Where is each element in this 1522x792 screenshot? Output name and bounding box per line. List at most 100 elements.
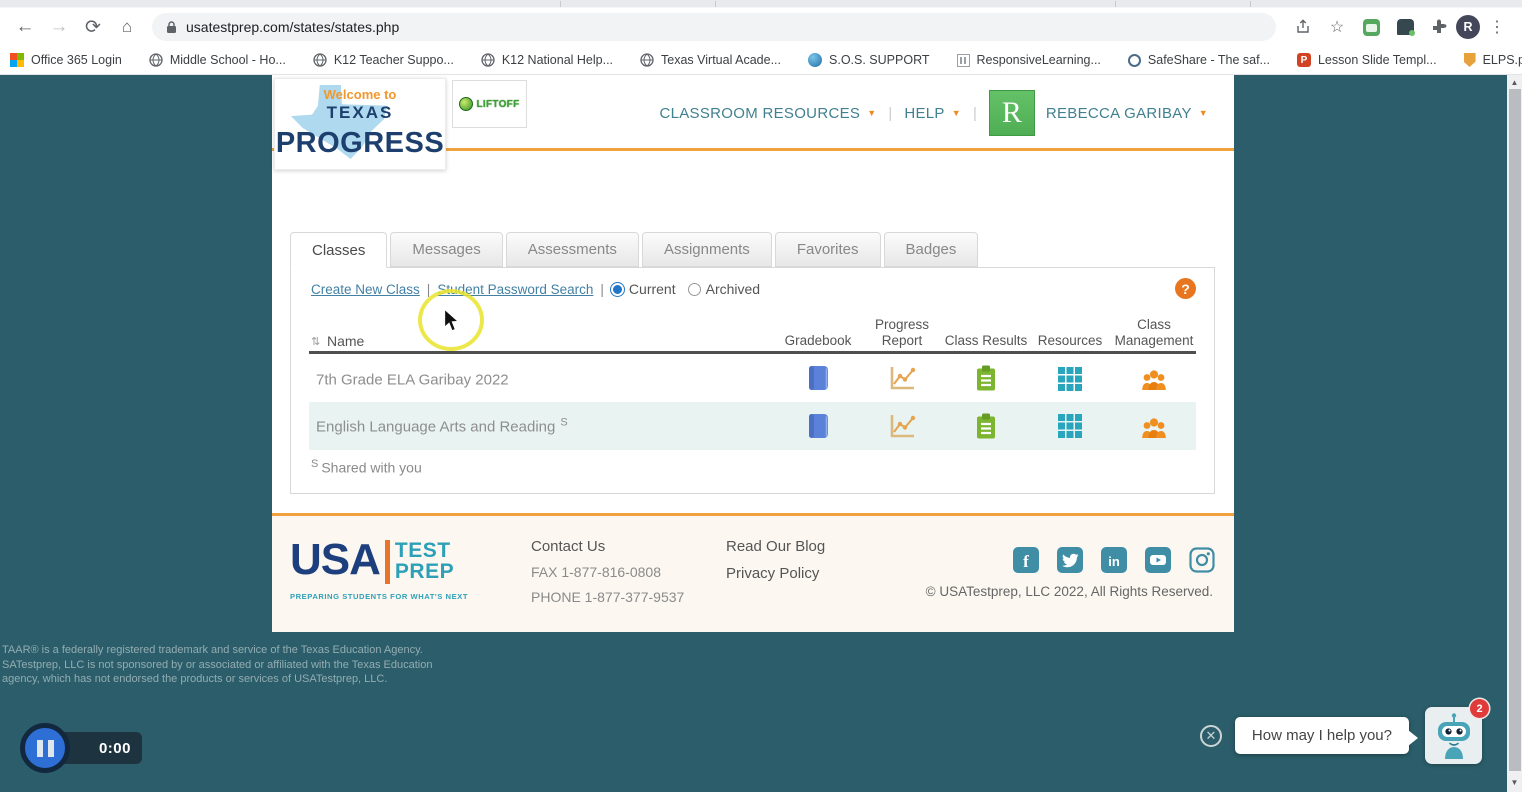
bookmark-texas-virtual[interactable]: Texas Virtual Acade...: [640, 53, 781, 67]
bookmark-elps-pdf[interactable]: ELPS.pdf: [1463, 53, 1522, 67]
tab-assessments[interactable]: Assessments: [505, 232, 639, 267]
bookmark-star-icon[interactable]: ☆: [1324, 14, 1350, 40]
site-header: Welcome to TEXAS PROGRESS LIFTOFF CLASSR…: [272, 75, 1234, 170]
extension-screencast-icon[interactable]: [1358, 14, 1384, 40]
microsoft-icon: [10, 53, 24, 67]
page-scrollbar[interactable]: ▲ ▼: [1507, 75, 1522, 792]
tab-badges[interactable]: Badges: [883, 232, 979, 267]
bookmark-lesson-slide[interactable]: P Lesson Slide Templ...: [1296, 53, 1437, 67]
copyright-text: © USATestprep, LLC 2022, All Rights Rese…: [925, 584, 1213, 599]
radio-archived[interactable]: [687, 282, 701, 296]
classroom-resources-menu[interactable]: CLASSROOM RESOURCES ▼: [659, 105, 876, 122]
logo-divider: [384, 540, 390, 584]
scroll-up-arrow[interactable]: ▲: [1507, 75, 1522, 89]
robot-icon: [1437, 712, 1470, 759]
bookmark-k12-national[interactable]: K12 National Help...: [481, 53, 613, 67]
phone-number: PHONE 1-877-377-9537: [531, 589, 685, 605]
instagram-icon[interactable]: [1189, 547, 1215, 573]
browser-menu-icon[interactable]: ⋮: [1484, 14, 1510, 40]
bookmark-office365[interactable]: Office 365 Login: [10, 53, 122, 67]
tab-classes[interactable]: Classes: [290, 232, 388, 268]
chatbot-avatar[interactable]: 2: [1425, 699, 1489, 764]
content-column: Welcome to TEXAS PROGRESS LIFTOFF CLASSR…: [272, 75, 1234, 632]
shared-marker: S: [560, 416, 568, 429]
linkedin-icon[interactable]: in: [1101, 547, 1127, 573]
url-text: usatestprep.com/states/states.php: [186, 19, 400, 35]
column-name[interactable]: Name: [327, 333, 364, 349]
bookmark-safeshare[interactable]: SafeShare - The saf...: [1127, 53, 1270, 67]
radio-current[interactable]: [610, 282, 624, 296]
chat-widget: ✕ How may I help you? 2: [1199, 699, 1489, 764]
create-new-class-link[interactable]: Create New Class: [311, 282, 420, 297]
document-lines-icon: [956, 53, 970, 67]
main-area: Classes Messages Assessments Assignments…: [272, 151, 1234, 513]
class-name: English Language Arts and Reading: [316, 418, 556, 436]
forward-button[interactable]: →: [45, 13, 73, 41]
texas-progress-logo[interactable]: Welcome to TEXAS PROGRESS: [274, 78, 446, 170]
youtube-icon[interactable]: [1145, 547, 1171, 573]
help-icon[interactable]: ?: [1175, 278, 1196, 299]
browser-profile-avatar[interactable]: R: [1456, 15, 1480, 39]
sort-icon[interactable]: ⇅: [311, 335, 320, 348]
facebook-icon[interactable]: f: [1013, 547, 1039, 573]
links-column: Read Our Blog Privacy Policy: [726, 538, 825, 592]
table-row: English Language Arts and Reading S: [309, 402, 1196, 450]
divider: |: [600, 281, 604, 297]
bookmark-middle-school[interactable]: Middle School - Ho...: [149, 53, 286, 67]
bookmark-sos-support[interactable]: S.O.S. SUPPORT: [808, 53, 930, 67]
radio-current-label: Current: [628, 281, 676, 297]
class-results-icon[interactable]: [941, 355, 1031, 402]
class-management-icon[interactable]: [1109, 355, 1199, 402]
chat-close-icon[interactable]: ✕: [1199, 724, 1222, 747]
divider: |: [972, 104, 977, 122]
contact-us-link[interactable]: Contact Us: [531, 538, 684, 555]
site-footer: USA TEST PREP PREPARING STUDENTS FOR WHAT…: [272, 513, 1234, 632]
ring-icon: [1127, 53, 1141, 67]
progress-report-icon[interactable]: [857, 355, 947, 402]
resources-icon[interactable]: [1025, 355, 1115, 402]
powerpoint-icon: P: [1296, 53, 1311, 67]
progress-report-icon[interactable]: [857, 402, 947, 450]
radio-archived-label: Archived: [705, 281, 761, 297]
table-row: 7th Grade ELA Garibay 2022: [309, 355, 1196, 402]
scroll-down-arrow[interactable]: ▼: [1507, 775, 1522, 789]
gradebook-icon[interactable]: [773, 355, 863, 402]
chevron-down-icon: ▼: [867, 108, 877, 118]
tab-favorites[interactable]: Favorites: [774, 232, 881, 267]
gradebook-icon[interactable]: [773, 402, 863, 450]
liftoff-logo[interactable]: LIFTOFF: [452, 80, 527, 128]
contact-column: Contact Us FAX 1-877-816-0808 PHONE 1-87…: [531, 538, 684, 614]
globe-icon: [149, 53, 163, 67]
header-divider: [309, 351, 1196, 354]
user-menu[interactable]: REBECCA GARIBAY ▼: [1046, 105, 1208, 122]
extension-chat-icon[interactable]: [1392, 14, 1418, 40]
share-icon[interactable]: [1290, 14, 1316, 40]
read-our-blog-link[interactable]: Read Our Blog: [726, 538, 825, 555]
resources-icon[interactable]: [1025, 402, 1115, 450]
legal-disclaimer: TAAR® is a federally registered trademar…: [2, 644, 433, 685]
usatestprep-logo[interactable]: USA TEST PREP: [290, 538, 454, 584]
refresh-button[interactable]: ⟳: [79, 13, 107, 41]
url-bar[interactable]: usatestprep.com/states/states.php: [152, 13, 1276, 41]
browser-toolbar: ← → ⟳ ⌂ usatestprep.com/states/states.ph…: [0, 8, 1522, 46]
extensions-puzzle-icon[interactable]: [1426, 14, 1452, 40]
bookmark-k12-teacher[interactable]: K12 Teacher Suppo...: [313, 53, 454, 67]
divider: |: [888, 104, 893, 122]
svg-text:f: f: [1023, 552, 1029, 571]
tab-messages[interactable]: Messages: [390, 232, 503, 267]
user-avatar[interactable]: R: [988, 90, 1035, 136]
bookmark-responsive-learning[interactable]: ResponsiveLearning...: [956, 53, 1101, 67]
page-background: Welcome to TEXAS PROGRESS LIFTOFF CLASSR…: [0, 75, 1522, 792]
privacy-policy-link[interactable]: Privacy Policy: [726, 565, 825, 582]
help-menu[interactable]: HELP ▼: [904, 105, 961, 122]
tab-assignments[interactable]: Assignments: [641, 232, 772, 267]
social-icons: f in: [1013, 547, 1215, 573]
scrollbar-thumb[interactable]: [1508, 89, 1521, 771]
class-management-icon[interactable]: [1109, 402, 1199, 450]
home-button[interactable]: ⌂: [113, 13, 141, 41]
class-results-icon[interactable]: [941, 402, 1031, 450]
chat-bubble[interactable]: How may I help you?: [1234, 717, 1419, 754]
back-button[interactable]: ←: [11, 13, 39, 41]
twitter-icon[interactable]: [1057, 547, 1083, 573]
pause-button[interactable]: [20, 723, 70, 773]
